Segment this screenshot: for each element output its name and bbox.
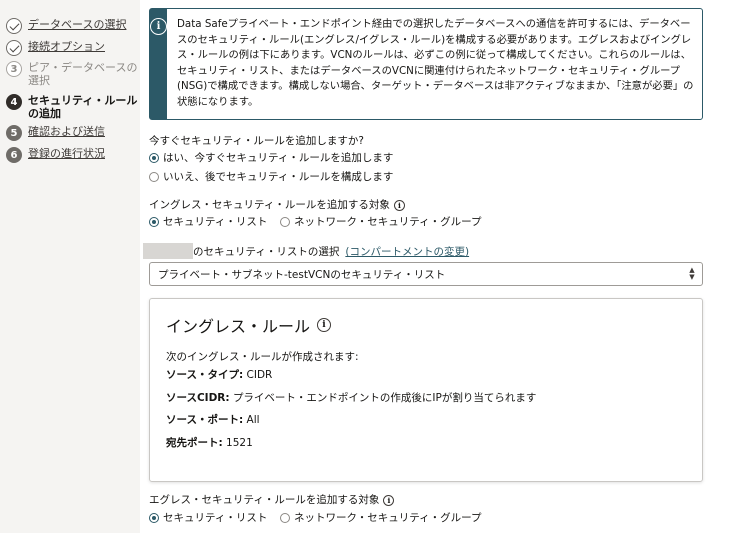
radio-ingress-security-list[interactable]: セキュリティ・リスト [149, 214, 267, 229]
wizard-steps: データベースの選択 接続オプション 3 ピア・データベースの選択 4 セキュリテ… [0, 0, 140, 533]
step-review-submit[interactable]: 5 確認および送信 [6, 125, 140, 141]
select-arrows-icon: ▲ ▼ [689, 266, 695, 281]
rule-source-type: ソース・タイプ: CIDR [166, 369, 273, 381]
radio-selected-icon[interactable] [149, 152, 159, 163]
info-icon: i [150, 18, 167, 35]
rule-intro: 次のイングレス・ルールが作成されます: [166, 351, 359, 363]
help-icon[interactable]: i [317, 318, 332, 332]
radio-add-now-yes[interactable]: はい、今すぐセキュリティ・ルールを追加します [149, 150, 393, 165]
checkmark-icon [6, 18, 22, 34]
info-text: Data Safeプライベート・エンドポイント経由での選択したデータベースへの通… [177, 18, 694, 108]
ingress-target-question: イングレス・セキュリティ・ルールを追加する対象 i [149, 197, 405, 212]
rule-source-port: ソース・ポート: All [166, 414, 260, 426]
step-peer-database: 3 ピア・データベースの選択 [6, 61, 140, 87]
rule-dest-port: 宛先ポート: 1521 [166, 437, 253, 449]
info-message: i Data Safeプライベート・エンドポイント経由での選択したデータベースへ… [149, 8, 703, 120]
step-select-database[interactable]: データベースの選択 [6, 18, 140, 34]
radio-unselected-icon[interactable] [280, 216, 290, 227]
step-label: ピア・データベースの選択 [28, 61, 138, 87]
add-rules-now-question: 今すぐセキュリティ・ルールを追加しますか? [149, 135, 364, 147]
checkmark-icon [6, 40, 22, 56]
radio-selected-icon[interactable] [149, 512, 159, 523]
step-add-security-rules[interactable]: 4 セキュリティ・ルールの追加 [6, 94, 140, 120]
step-label[interactable]: 確認および送信 [28, 125, 105, 138]
step-connectivity-options[interactable]: 接続オプション [6, 40, 140, 56]
egress-target-question: エグレス・セキュリティ・ルールを追加する対象 i [149, 492, 395, 507]
change-compartment-link[interactable]: (コンパートメントの変更) [345, 246, 469, 258]
radio-add-now-no[interactable]: いいえ、後でセキュリティ・ルールを構成します [149, 169, 393, 184]
radio-unselected-icon[interactable] [149, 171, 159, 182]
radio-selected-icon[interactable] [149, 216, 159, 227]
radio-ingress-nsg[interactable]: ネットワーク・セキュリティ・グループ [280, 214, 482, 229]
help-icon[interactable]: i [393, 199, 405, 211]
ingress-rule-card: イングレス・ルール i 次のイングレス・ルールが作成されます: ソース・タイプ: … [149, 298, 703, 482]
step-number: 4 [6, 94, 22, 110]
step-number: 3 [6, 61, 22, 77]
step-label[interactable]: 登録の進行状況 [28, 147, 105, 160]
step-number: 5 [6, 125, 22, 141]
rule-source-cidr: ソースCIDR: プライベート・エンドポイントの作成後にIPが割り当てられます [166, 392, 537, 404]
card-title: イングレス・ルール i [166, 313, 332, 337]
step-number: 6 [6, 147, 22, 163]
radio-egress-nsg[interactable]: ネットワーク・セキュリティ・グループ [280, 510, 482, 525]
compartment-name-redacted [143, 243, 193, 259]
security-list-label: のセキュリティ・リストの選択 (コンパートメントの変更) [193, 246, 470, 258]
step-label: セキュリティ・ルールの追加 [28, 94, 138, 120]
help-icon[interactable]: i [383, 494, 395, 506]
radio-egress-security-list[interactable]: セキュリティ・リスト [149, 510, 267, 525]
radio-unselected-icon[interactable] [280, 512, 290, 523]
step-registration-progress[interactable]: 6 登録の進行状況 [6, 147, 140, 163]
step-label[interactable]: 接続オプション [28, 40, 105, 53]
step-label[interactable]: データベースの選択 [28, 18, 126, 31]
security-list-select[interactable]: プライベート・サブネット-testVCNのセキュリティ・リスト ▲ ▼ [149, 262, 703, 286]
